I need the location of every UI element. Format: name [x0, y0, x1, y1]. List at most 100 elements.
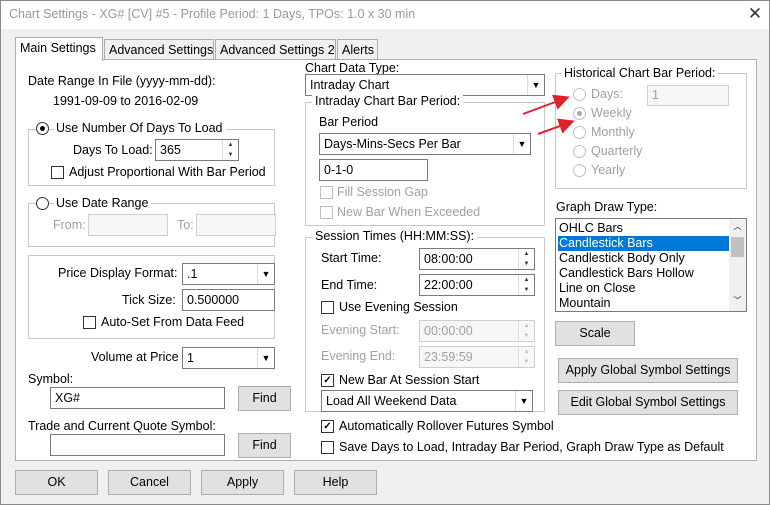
fill-session-gap-checkbox[interactable] — [320, 186, 333, 199]
chevron-down-icon: ▼ — [257, 264, 274, 284]
to-date-field[interactable] — [196, 214, 276, 236]
chevron-down-icon: ▼ — [515, 391, 532, 411]
from-date-field[interactable] — [88, 214, 168, 236]
fill-session-gap-label: Fill Session Gap — [337, 185, 429, 199]
ok-button[interactable]: OK — [15, 470, 98, 495]
list-item[interactable]: Line on Close — [558, 281, 728, 296]
days-to-load-label: Days To Load: — [73, 143, 153, 157]
list-item-selected[interactable]: Candlestick Bars — [558, 236, 730, 251]
historical-yearly-label: Yearly — [591, 163, 626, 177]
list-item[interactable]: Candlestick Body Only — [558, 251, 728, 266]
tab-alerts[interactable]: Alerts — [337, 39, 378, 60]
graph-draw-type-list[interactable]: OHLC Bars Candlestick Bars Candlestick B… — [555, 218, 747, 312]
to-label: To: — [177, 218, 194, 232]
start-time-spin[interactable]: ▲ ▼ — [518, 249, 534, 269]
historical-yearly-radio[interactable] — [573, 164, 586, 177]
list-item[interactable]: Mountain — [558, 296, 728, 311]
trade-symbol-label: Trade and Current Quote Symbol: — [28, 419, 216, 433]
evening-start-spin[interactable]: ▲ ▼ — [518, 321, 534, 341]
historical-monthly-label: Monthly — [591, 125, 635, 139]
rollover-label: Automatically Rollover Futures Symbol — [339, 419, 554, 433]
evening-end-spin[interactable]: ▲ ▼ — [518, 347, 534, 367]
price-format-label: Price Display Format: — [58, 266, 178, 280]
historical-quarterly-radio[interactable] — [573, 145, 586, 158]
trade-symbol-input[interactable] — [50, 434, 225, 456]
scale-button[interactable]: Scale — [555, 321, 635, 346]
chart-data-type-value: Intraday Chart — [310, 78, 390, 92]
weekend-data-value: Load All Weekend Data — [326, 394, 457, 408]
bar-period-label: Bar Period — [319, 115, 379, 129]
session-times-title: Session Times (HH:MM:SS): — [312, 229, 478, 243]
autoset-checkbox[interactable] — [83, 316, 96, 329]
start-time-value: 08:00:00 — [424, 252, 473, 266]
close-icon[interactable]: ✕ — [744, 4, 766, 26]
use-date-range-radio[interactable] — [36, 197, 49, 210]
evening-end-field[interactable]: 23:59:59 ▲ ▼ — [419, 346, 535, 368]
list-item[interactable]: Candlestick Bars Hollow — [558, 266, 728, 281]
apply-button[interactable]: Apply — [201, 470, 284, 495]
end-time-field[interactable]: 22:00:00 ▲ ▼ — [419, 274, 535, 296]
tab-advanced-settings[interactable]: Advanced Settings — [104, 39, 214, 60]
evening-start-label: Evening Start: — [321, 323, 400, 337]
end-time-spin[interactable]: ▲ ▼ — [518, 275, 534, 295]
window-title: Chart Settings - XG# [CV] #5 - Profile P… — [9, 7, 416, 21]
tick-size-label: Tick Size: — [122, 293, 176, 307]
apply-global-symbol-button[interactable]: Apply Global Symbol Settings — [558, 358, 738, 383]
evening-start-field[interactable]: 00:00:00 ▲ ▼ — [419, 320, 535, 342]
price-format-value: .1 — [187, 267, 198, 281]
symbol-input[interactable]: XG# — [50, 387, 225, 409]
days-to-load-stepper[interactable]: 365 ▲ ▼ — [155, 139, 239, 161]
from-label: From: — [53, 218, 86, 232]
historical-days-field[interactable]: 1 — [647, 85, 729, 106]
chart-data-type-label: Chart Data Type: — [305, 61, 400, 75]
tab-advanced-settings-2[interactable]: Advanced Settings 2 — [215, 39, 336, 60]
graph-draw-type-label: Graph Draw Type: — [556, 200, 658, 214]
days-spin-buttons[interactable]: ▲ ▼ — [222, 140, 238, 160]
list-scrollbar[interactable]: ︿ ﹀ — [729, 219, 746, 311]
bar-period-input[interactable]: 0-1-0 — [319, 159, 428, 181]
bar-period-value: Days-Mins-Secs Per Bar — [324, 137, 461, 151]
new-bar-exceeded-label: New Bar When Exceeded — [337, 205, 481, 219]
list-item[interactable]: OHLC Bars — [558, 221, 728, 236]
annotation-arrows — [522, 94, 575, 135]
evening-session-checkbox[interactable] — [321, 301, 334, 314]
cancel-button[interactable]: Cancel — [108, 470, 191, 495]
use-days-label: Use Number Of Days To Load — [54, 121, 226, 135]
date-range-value: 1991-09-09 to 2016-02-09 — [53, 94, 199, 108]
save-default-label: Save Days to Load, Intraday Bar Period, … — [339, 440, 724, 454]
weekend-data-select[interactable]: Load All Weekend Data ▼ — [321, 390, 533, 412]
evening-end-label: Evening End: — [321, 349, 396, 363]
days-to-load-value: 365 — [160, 143, 181, 157]
save-default-checkbox[interactable] — [321, 441, 334, 454]
adjust-proportional-label: Adjust Proportional With Bar Period — [69, 165, 266, 179]
new-bar-session-start-checkbox[interactable]: ✓ — [321, 374, 334, 387]
use-days-radio[interactable] — [36, 122, 49, 135]
edit-global-symbol-button[interactable]: Edit Global Symbol Settings — [558, 390, 738, 415]
trade-symbol-find-button[interactable]: Find — [238, 433, 291, 458]
bar-period-select[interactable]: Days-Mins-Secs Per Bar ▼ — [319, 133, 531, 155]
symbol-find-button[interactable]: Find — [238, 386, 291, 411]
use-date-range-label: Use Date Range — [54, 196, 152, 210]
arrow-to-days — [522, 94, 570, 115]
date-range-label: Date Range In File (yyyy-mm-dd): — [28, 74, 216, 88]
scroll-thumb[interactable] — [731, 237, 744, 257]
adjust-proportional-checkbox[interactable] — [51, 166, 64, 179]
arrow-to-weekly — [537, 118, 575, 135]
historical-weekly-label: Weekly — [591, 106, 632, 120]
chart-settings-window: Chart Settings - XG# [CV] #5 - Profile P… — [0, 0, 770, 505]
start-time-field[interactable]: 08:00:00 ▲ ▼ — [419, 248, 535, 270]
tick-size-field[interactable]: 0.500000 — [182, 289, 275, 311]
price-format-select[interactable]: .1 ▼ — [182, 263, 275, 285]
end-time-label: End Time: — [321, 278, 378, 292]
chevron-up-icon[interactable]: ︿ — [729, 221, 746, 232]
intraday-period-title: Intraday Chart Bar Period: — [312, 94, 464, 108]
rollover-checkbox[interactable]: ✓ — [321, 420, 334, 433]
tab-main-settings[interactable]: Main Settings — [15, 37, 103, 61]
volume-at-price-select[interactable]: 1 ▼ — [182, 347, 275, 369]
historical-period-title: Historical Chart Bar Period: — [561, 66, 719, 80]
new-bar-exceeded-checkbox[interactable] — [320, 206, 333, 219]
chart-data-type-select[interactable]: Intraday Chart ▼ — [305, 74, 545, 96]
end-time-value: 22:00:00 — [424, 278, 473, 292]
chevron-down-icon[interactable]: ﹀ — [729, 295, 746, 306]
help-button[interactable]: Help — [294, 470, 377, 495]
